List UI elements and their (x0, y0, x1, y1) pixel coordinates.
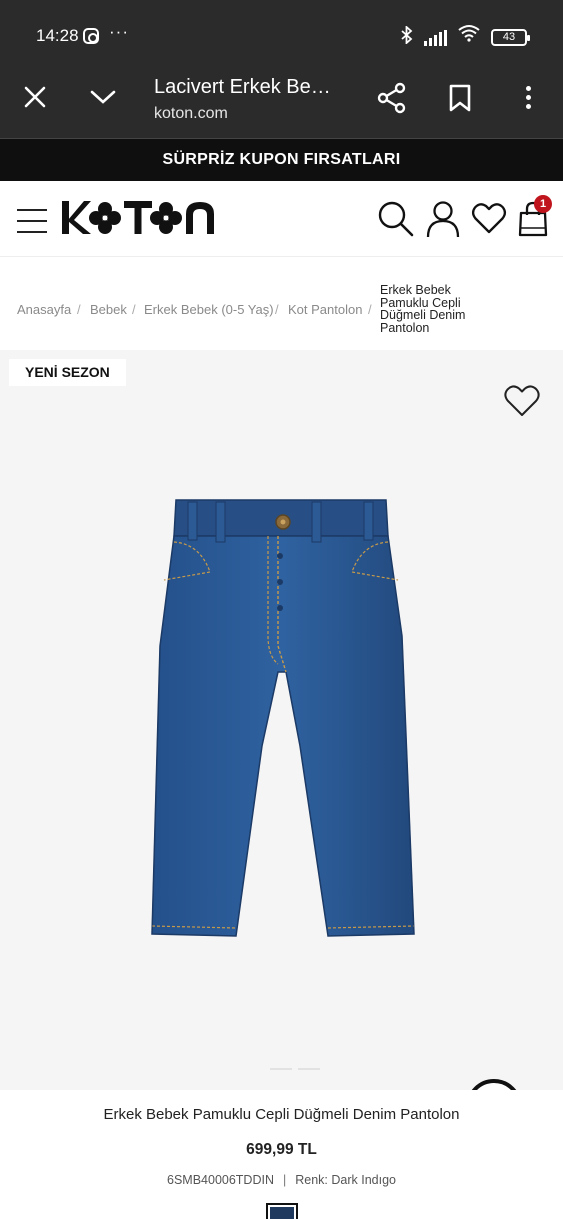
more-vertical-icon[interactable] (524, 86, 532, 112)
breadcrumb-item-erkek-bebek[interactable]: Erkek Bebek (0-5 Yaş) (144, 302, 274, 317)
new-season-badge: YENİ SEZON (9, 359, 126, 386)
chevron-down-icon[interactable] (90, 90, 116, 104)
heart-icon[interactable] (471, 200, 509, 238)
breadcrumb-separator: / (275, 302, 279, 317)
breadcrumb-current: Erkek Bebek Pamuklu Cepli Düğmeli Denim … (380, 283, 466, 335)
promo-banner[interactable]: SÜRPRİZ KUPON FIRSATLARI (0, 139, 563, 181)
browser-toolbar: Lacivert Erkek Be… koton.com (0, 68, 563, 139)
breadcrumb-separator: / (77, 302, 81, 317)
denim-jeans-image (151, 499, 415, 937)
bluetooth-icon (400, 24, 414, 49)
add-to-favorites-heart-icon[interactable] (503, 384, 541, 418)
breadcrumb-item-bebek[interactable]: Bebek (90, 302, 127, 317)
product-sku: 6SMB40006TDDIN (167, 1173, 274, 1187)
product-name: Erkek Bebek Pamuklu Cepli Düğmeli Denim … (103, 1106, 460, 1123)
wifi-icon (457, 24, 481, 47)
battery-icon: 43 (491, 29, 530, 46)
instagram-icon (83, 28, 99, 44)
status-bar: 14:28 ··· 43 (0, 0, 563, 68)
site-header (0, 181, 563, 257)
color-swatch-dark-indigo[interactable] (266, 1203, 298, 1219)
product-image-gallery[interactable]: YENİ SEZON (0, 350, 563, 1109)
bookmark-icon[interactable] (449, 84, 471, 112)
hamburger-icon[interactable] (17, 209, 47, 233)
product-meta: 6SMB40006TDDIN | Renk: Dark Indıgo (0, 1173, 563, 1187)
breadcrumb-separator: / (368, 302, 372, 317)
breadcrumb: Anasayfa / Bebek / Erkek Bebek (0-5 Yaş)… (17, 284, 557, 339)
search-icon[interactable] (377, 200, 415, 238)
product-price: 699,99 TL (246, 1141, 317, 1158)
user-icon[interactable] (425, 200, 463, 238)
share-icon[interactable] (377, 82, 407, 114)
signal-icon (424, 29, 447, 46)
breadcrumb-separator: / (132, 302, 136, 317)
browser-page-title: Lacivert Erkek Be… (154, 76, 331, 98)
koton-logo[interactable] (62, 198, 226, 238)
status-time: 14:28 (36, 26, 79, 45)
breadcrumb-item-kot-pantolon[interactable]: Kot Pantolon (288, 302, 362, 317)
battery-level: 43 (502, 31, 516, 43)
product-info: Erkek Bebek Pamuklu Cepli Düğmeli Denim … (0, 1090, 563, 1219)
status-more-icon: ··· (109, 22, 129, 41)
carousel-indicators[interactable] (270, 1068, 320, 1070)
meta-separator: | (283, 1173, 287, 1187)
breadcrumb-item-home[interactable]: Anasayfa (17, 302, 71, 317)
browser-url[interactable]: koton.com (154, 105, 228, 123)
product-color: Renk: Dark Indıgo (295, 1173, 396, 1187)
status-indicators: 43 (400, 24, 530, 49)
close-icon[interactable] (22, 82, 48, 115)
cart-count-badge: 1 (534, 195, 552, 213)
